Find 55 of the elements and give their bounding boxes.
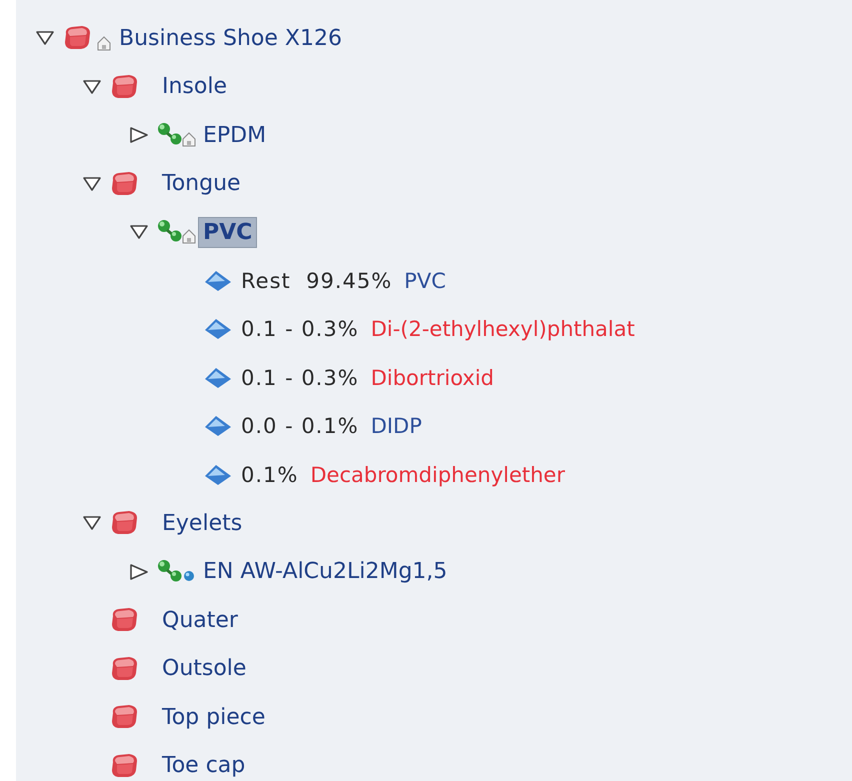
tree-row[interactable]: Business Shoe X126 bbox=[16, 14, 852, 62]
tree-row[interactable]: Tongue bbox=[16, 160, 852, 208]
amount-text: 0.1% bbox=[241, 462, 298, 487]
diamond-icon bbox=[203, 366, 233, 390]
node-label: Quater bbox=[161, 606, 239, 635]
diamond-icon bbox=[203, 414, 233, 438]
molecule-house-icon bbox=[156, 122, 198, 148]
tree-row[interactable]: EPDM bbox=[16, 111, 852, 160]
node-label: Toe cap bbox=[161, 752, 246, 780]
tree-row[interactable]: Quater bbox=[16, 596, 852, 644]
node-label: EPDM bbox=[202, 122, 268, 150]
tree-row[interactable]: Outsole bbox=[16, 644, 852, 693]
substance-name: DIDP bbox=[370, 414, 422, 438]
amount-text: Rest 99.45% bbox=[241, 268, 392, 293]
node-label: EN AW-AlCu2Li2Mg1,5 bbox=[202, 558, 448, 586]
node-label: Eyelets bbox=[161, 510, 244, 538]
collapse-icon[interactable] bbox=[129, 224, 149, 240]
node-label: Tongue bbox=[161, 170, 242, 198]
collapse-icon[interactable] bbox=[82, 78, 102, 95]
expand-icon[interactable] bbox=[129, 126, 149, 144]
tree-row[interactable]: Rest 99.45% PVC bbox=[16, 256, 852, 305]
substance-name: PVC bbox=[404, 268, 446, 293]
substance-name: Di-(2-ethylhexyl)phthalat bbox=[370, 317, 635, 342]
cube-icon bbox=[109, 170, 139, 198]
tree-row[interactable]: 0.1 - 0.3% Di-(2-ethylhexyl)phthalat bbox=[16, 305, 852, 354]
collapse-icon[interactable] bbox=[35, 30, 55, 46]
node-label: Outsole bbox=[161, 655, 248, 684]
node-label: Business Shoe X126 bbox=[118, 24, 343, 53]
substance-name: Dibortrioxid bbox=[370, 366, 494, 390]
amount-text: 0.1 - 0.3% bbox=[241, 366, 359, 390]
amount-text: 0.1 - 0.3% bbox=[241, 317, 359, 342]
node-label: Top piece bbox=[161, 704, 266, 732]
collapse-icon[interactable] bbox=[82, 176, 102, 192]
tree-row[interactable]: Insole bbox=[16, 62, 852, 111]
diamond-icon bbox=[203, 462, 233, 487]
diamond-icon bbox=[203, 268, 233, 293]
tree-row[interactable]: EN AW-AlCu2Li2Mg1,5 bbox=[16, 548, 852, 596]
tree-row[interactable]: 0.1% Decabromdiphenylether bbox=[16, 450, 852, 499]
tree-row[interactable]: 0.1 - 0.3% Dibortrioxid bbox=[16, 354, 852, 402]
node-label: Insole bbox=[161, 73, 228, 102]
substance-name: Decabromdiphenylether bbox=[310, 462, 565, 487]
molecule-house-icon bbox=[156, 219, 198, 246]
collapse-icon[interactable] bbox=[82, 515, 102, 532]
amount-text: 0.0 - 0.1% bbox=[241, 414, 359, 438]
expand-icon[interactable] bbox=[129, 562, 149, 581]
tree-row[interactable]: 0.0 - 0.1% DIDP bbox=[16, 402, 852, 450]
cube-icon bbox=[109, 72, 139, 101]
tree-row[interactable]: Top piece bbox=[16, 693, 852, 742]
cube-icon bbox=[109, 752, 139, 780]
tree-row[interactable]: PVC bbox=[16, 208, 852, 256]
tree-row[interactable]: Toe cap bbox=[16, 742, 852, 781]
diamond-icon bbox=[203, 317, 233, 342]
cube-icon bbox=[109, 654, 139, 683]
tree-row[interactable]: Eyelets bbox=[16, 499, 852, 548]
node-label: PVC bbox=[198, 216, 258, 248]
